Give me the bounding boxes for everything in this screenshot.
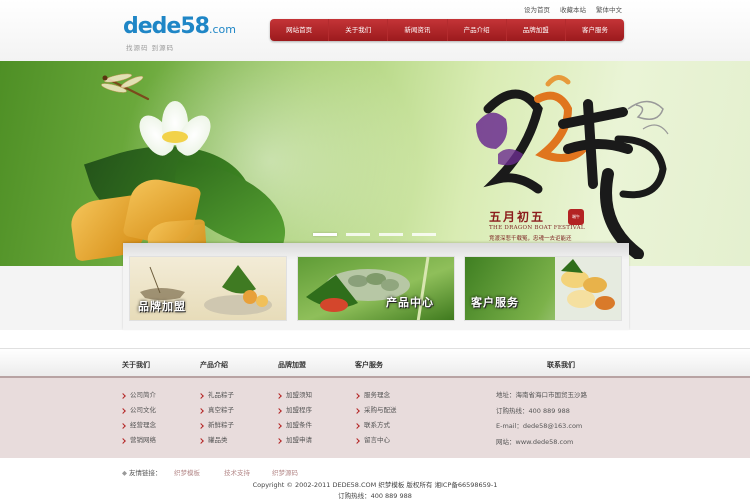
footer-headings: 关于我们 产品介绍 品牌加盟 客户服务 联系我们 xyxy=(0,348,750,376)
footer-link[interactable]: 礼品粽子 xyxy=(198,388,234,403)
logo-suffix: .com xyxy=(208,23,236,36)
seal-stamp: 端午 xyxy=(568,209,584,225)
friend-links-label-text: 友情链接： xyxy=(129,469,162,477)
footer-link[interactable]: 加盟申请 xyxy=(276,433,312,448)
footer-heading-franchise[interactable]: 品牌加盟 xyxy=(278,360,306,370)
footer-link[interactable]: 真空粽子 xyxy=(198,403,234,418)
footer-links-area: 公司简介 公司文化 经营理念 营销网络 礼品粽子 真空粽子 新鲜粽子 罐品类 加… xyxy=(0,376,750,458)
nav-news[interactable]: 新闻资讯 xyxy=(388,19,448,41)
site-header: 设为首页 收藏本站 繁体中文 dede58.com 找源码 到源码 网站首页 关… xyxy=(0,0,750,61)
top-links: 设为首页 收藏本站 繁体中文 xyxy=(524,4,622,14)
copyright-hotline: 订购热线：400 889 988 xyxy=(338,492,412,500)
nav-franchise[interactable]: 品牌加盟 xyxy=(507,19,566,41)
contact-hotline: 订购热线：400 889 988 xyxy=(496,406,570,415)
footer-link[interactable]: 公司文化 xyxy=(120,403,156,418)
footer-heading-products[interactable]: 产品介绍 xyxy=(200,360,228,370)
card-illustration xyxy=(306,257,430,320)
footer-link[interactable]: 公司简介 xyxy=(120,388,156,403)
main-nav: 网站首页 关于我们 新闻资讯 产品介绍 品牌加盟 客户服务 xyxy=(270,19,624,41)
contact-website[interactable]: 网站：www.dede58.com xyxy=(496,435,587,451)
footer-link[interactable]: 罐品类 xyxy=(198,433,234,448)
logo-tagline: 找源码 到源码 xyxy=(126,44,175,52)
contact-email[interactable]: E-mail：dede58@163.com xyxy=(496,419,587,435)
lotus-center xyxy=(162,131,188,143)
footer-link[interactable]: 营销网络 xyxy=(120,433,156,448)
footer-column-about: 公司简介 公司文化 经营理念 营销网络 xyxy=(120,388,156,448)
nav-about[interactable]: 关于我们 xyxy=(329,19,389,41)
footer-link[interactable]: 加盟须知 xyxy=(276,388,312,403)
footer-link[interactable]: 新鲜粽子 xyxy=(198,418,234,433)
festival-poem: 竞渡深悲千载冤，忠魂一去讵能还 xyxy=(489,236,572,242)
friend-link[interactable]: 织梦源码 xyxy=(272,467,298,477)
footer-column-products: 礼品粽子 真空粽子 新鲜粽子 罐品类 xyxy=(198,388,234,448)
footer-link[interactable]: 采购与配送 xyxy=(354,403,397,418)
set-homepage-link[interactable]: 设为首页 xyxy=(524,4,550,14)
site-logo[interactable]: dede58.com 找源码 到源码 xyxy=(123,14,238,54)
footer-link[interactable]: 联系方式 xyxy=(354,418,397,433)
copyright-line: Copyright © 2002-2011 DEDE58.COM 织梦模板 版权… xyxy=(252,481,498,489)
footer-link[interactable]: 服务理念 xyxy=(354,388,397,403)
nav-service[interactable]: 客户服务 xyxy=(566,19,624,41)
friend-link[interactable]: 织梦模板 xyxy=(174,467,200,477)
contact-address: 地址：海南省海口市国贸玉沙路 xyxy=(496,391,587,399)
traditional-chinese-link[interactable]: 繁体中文 xyxy=(596,4,622,14)
hero-banner[interactable]: 五月初五 端午 THE DRAGON BOAT FESTIVAL 竞渡深悲千载冤… xyxy=(0,61,750,266)
footer-heading-contact: 联系我们 xyxy=(547,361,575,369)
footer-link[interactable]: 加盟程序 xyxy=(276,403,312,418)
slider-dot-1[interactable] xyxy=(313,233,337,236)
friend-links-label: ◆ 友情链接： xyxy=(122,467,162,477)
dragonfly-icon xyxy=(101,73,150,101)
card-franchise[interactable]: 品牌加盟 xyxy=(129,256,287,321)
footer-column-franchise: 加盟须知 加盟程序 加盟条件 加盟申请 xyxy=(276,388,312,448)
footer-heading-about[interactable]: 关于我们 xyxy=(122,360,150,370)
slider-dot-3[interactable] xyxy=(379,233,403,236)
festival-english: THE DRAGON BOAT FESTIVAL xyxy=(489,225,585,231)
nav-products[interactable]: 产品介绍 xyxy=(448,19,507,41)
card-caption: 产品中心 xyxy=(386,296,434,309)
slider-dot-2[interactable] xyxy=(346,233,370,236)
card-caption: 客户服务 xyxy=(471,296,519,309)
slider-dot-4[interactable] xyxy=(412,233,436,236)
copyright: Copyright © 2002-2011 DEDE58.COM 织梦模板 版权… xyxy=(0,480,750,502)
card-caption: 品牌加盟 xyxy=(138,300,186,313)
bookmark-link[interactable]: 收藏本站 xyxy=(560,4,586,14)
slider-dots xyxy=(313,233,436,236)
footer-link[interactable]: 留言中心 xyxy=(354,433,397,448)
festival-date: 五月初五 xyxy=(489,210,546,224)
friend-link[interactable]: 技术支持 xyxy=(224,467,250,477)
contact-info: 地址：海南省海口市国贸玉沙路 订购热线：400 889 988 E-mail：d… xyxy=(496,388,587,450)
card-products[interactable]: 产品中心 xyxy=(297,256,455,321)
nav-home[interactable]: 网站首页 xyxy=(270,19,330,41)
friend-links: ◆ 友情链接： 织梦模板 技术支持 织梦源码 xyxy=(0,458,750,480)
lotus-flower xyxy=(132,101,218,161)
card-service[interactable]: 客户服务 xyxy=(464,256,622,321)
footer-heading-service[interactable]: 客户服务 xyxy=(355,360,383,370)
logo-main: dede58 xyxy=(123,14,210,39)
logo-text: dede58.com xyxy=(123,14,238,43)
link-icon: ◆ xyxy=(122,469,127,477)
footer-link[interactable]: 加盟条件 xyxy=(276,418,312,433)
card-illustration xyxy=(555,257,621,320)
footer-column-service: 服务理念 采购与配送 联系方式 留言中心 xyxy=(354,388,397,448)
footer-link[interactable]: 经营理念 xyxy=(120,418,156,433)
